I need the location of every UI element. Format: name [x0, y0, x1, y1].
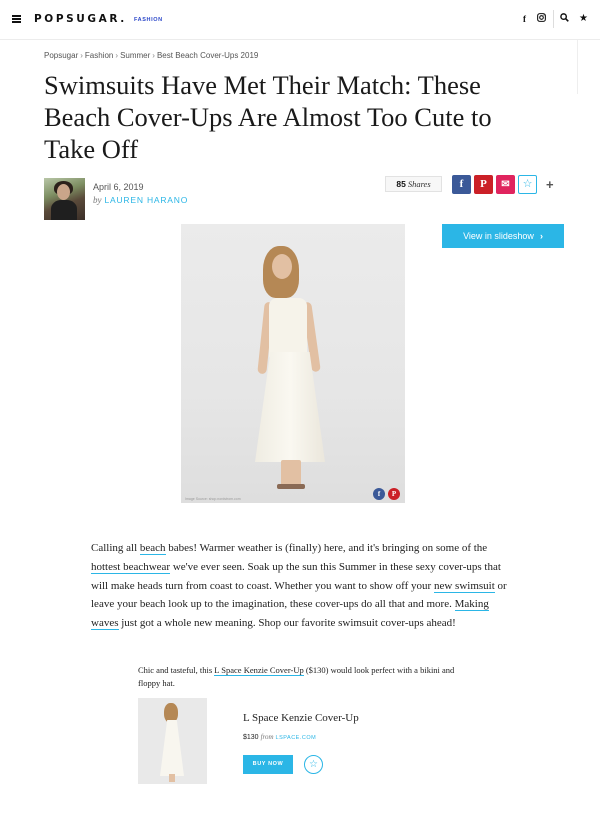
- text-segment: Chic and tasteful, this: [138, 665, 215, 675]
- chevron-right-icon: ›: [539, 231, 543, 241]
- article-intro-paragraph: Calling all beach babes! Warmer weather …: [91, 539, 516, 633]
- text-segment: Calling all: [91, 542, 140, 554]
- view-slideshow-button[interactable]: View in slideshow ›: [442, 224, 564, 248]
- view-slideshow-label: View in slideshow: [463, 231, 534, 241]
- facebook-icon[interactable]: f: [523, 13, 526, 25]
- text-segment: babes! Warmer weather is (finally) here,…: [165, 542, 488, 554]
- more-share-options-button[interactable]: +: [546, 177, 554, 192]
- instagram-icon[interactable]: [537, 13, 546, 25]
- byline: by LAUREN HARANO: [93, 195, 188, 205]
- search-icon[interactable]: [560, 13, 569, 25]
- breadcrumb-separator: ›: [152, 51, 155, 60]
- breadcrumb-fashion[interactable]: Fashion: [85, 51, 113, 60]
- pinterest-share-button[interactable]: P: [474, 175, 493, 194]
- facebook-share-button[interactable]: f: [452, 175, 471, 194]
- email-icon: ✉: [501, 179, 510, 190]
- divider: [577, 40, 578, 94]
- product-store-link[interactable]: LSPACE.COM: [276, 735, 317, 741]
- star-outline-icon: ☆: [522, 178, 533, 190]
- pinterest-icon: P: [480, 178, 487, 190]
- product-price: $130: [243, 734, 259, 741]
- author-avatar[interactable]: [44, 178, 85, 220]
- save-article-button[interactable]: ☆: [518, 175, 537, 194]
- star-icon[interactable]: ★: [579, 13, 588, 25]
- email-share-button[interactable]: ✉: [496, 175, 515, 194]
- byline-prefix: by: [93, 195, 102, 205]
- pinterest-icon[interactable]: P: [388, 488, 400, 500]
- breadcrumb: Popsugar › Fashion › Summer › Best Beach Cover…: [44, 51, 258, 60]
- link-hottest-beachwear[interactable]: hottest beachwear: [91, 560, 171, 574]
- breadcrumb-separator: ›: [115, 51, 119, 60]
- share-count-label: Shares: [407, 179, 431, 189]
- product-caption: Chic and tasteful, this L Space Kenzie C…: [138, 664, 468, 690]
- product-link[interactable]: L Space Kenzie Cover-Up: [214, 665, 304, 676]
- price-from-label: from: [260, 733, 274, 741]
- share-count: 85 Shares: [385, 176, 442, 192]
- breadcrumb-current[interactable]: Best Beach Cover-Ups 2019: [157, 51, 258, 60]
- product-image[interactable]: [138, 698, 207, 784]
- buy-now-button[interactable]: BUY NOW: [243, 755, 293, 774]
- site-logo[interactable]: POPSUGAR.: [34, 13, 127, 25]
- link-beach[interactable]: beach: [139, 542, 166, 555]
- save-product-button[interactable]: ☆: [304, 755, 323, 774]
- product-name[interactable]: L Space Kenzie Cover-Up: [243, 712, 359, 724]
- hero-image[interactable]: Image Source: shop.nordstrom.com: [181, 224, 405, 503]
- site-section-label[interactable]: FASHION: [134, 17, 163, 23]
- breadcrumb-summer[interactable]: Summer: [120, 51, 150, 60]
- link-new-swimsuit[interactable]: new swimsuit: [433, 579, 495, 593]
- text-segment: just got a whole new meaning. Shop our f…: [118, 617, 456, 630]
- facebook-icon[interactable]: f: [373, 488, 385, 500]
- top-navigation-bar: POPSUGAR. FASHION f ★: [0, 0, 600, 40]
- facebook-icon: f: [459, 178, 464, 190]
- share-count-number: 85: [396, 179, 406, 189]
- breadcrumb-separator: ›: [80, 51, 83, 60]
- star-outline-icon: ☆: [309, 759, 318, 770]
- publish-date: April 6, 2019: [93, 182, 144, 192]
- author-link[interactable]: LAUREN HARANO: [105, 195, 189, 205]
- plus-icon: +: [546, 177, 554, 192]
- menu-icon[interactable]: [12, 15, 21, 23]
- product-price-row: $130 from LSPACE.COM: [243, 733, 316, 741]
- header-divider: [553, 10, 554, 28]
- article-title: Swimsuits Have Met Their Match: These Be…: [44, 70, 492, 164]
- image-credit: Image Source: shop.nordstrom.com: [185, 497, 241, 501]
- breadcrumb-popsugar[interactable]: Popsugar: [44, 51, 78, 60]
